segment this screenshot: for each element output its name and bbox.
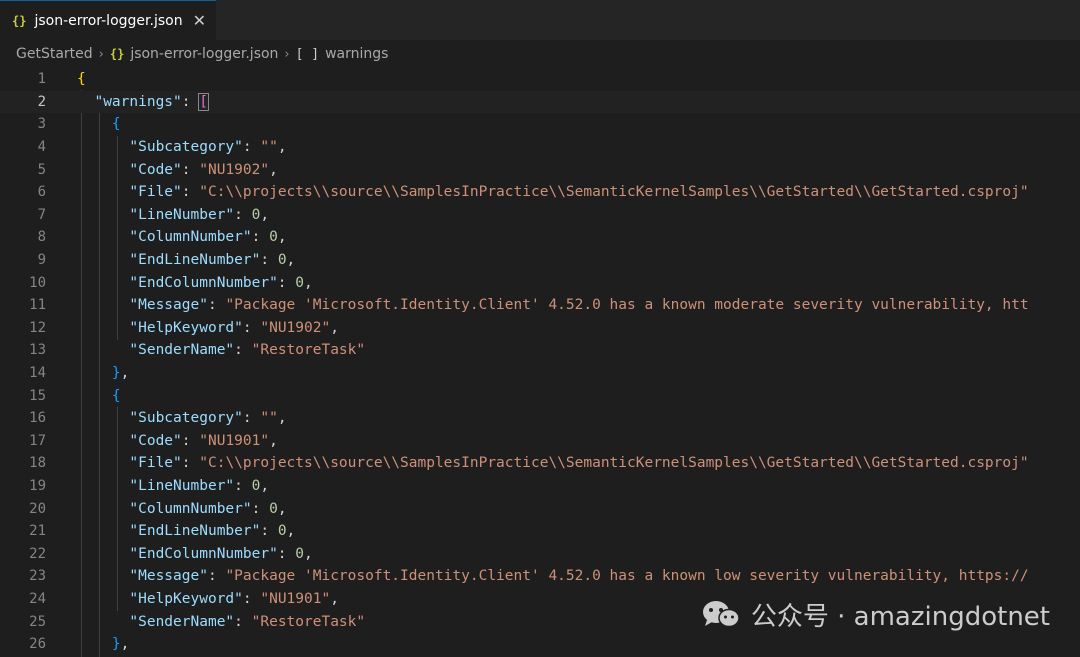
json-file-icon: {} xyxy=(12,13,27,28)
code-text: "File": "C:\\projects\\source\\SamplesIn… xyxy=(129,455,1029,472)
line-number: 2 xyxy=(37,93,46,110)
breadcrumb-folder[interactable]: GetStarted xyxy=(16,46,93,62)
line-number: 19 xyxy=(29,478,46,495)
line-number: 1 xyxy=(37,71,46,88)
code-text: "EndLineNumber": 0, xyxy=(129,252,296,269)
code-text: "Message": "Package 'Microsoft.Identity.… xyxy=(129,297,1029,314)
line-number: 21 xyxy=(29,523,46,540)
line-number: 11 xyxy=(29,297,46,314)
code-line: 14 }, xyxy=(0,362,1080,385)
code-text: "HelpKeyword": "NU1902", xyxy=(129,319,339,336)
breadcrumb-symbol[interactable]: warnings xyxy=(325,46,388,62)
watermark: 公众号 · amazingdotnet xyxy=(701,596,1050,632)
code-text: "HelpKeyword": "NU1901", xyxy=(129,591,339,608)
code-text: "LineNumber": 0, xyxy=(129,478,270,495)
code-line: 3 { xyxy=(0,113,1080,136)
code-text: "EndColumnNumber": 0, xyxy=(129,545,313,562)
line-number: 24 xyxy=(29,591,46,608)
breadcrumb: GetStarted › {} json-error-logger.json ›… xyxy=(0,40,1080,68)
code-text: "Message": "Package 'Microsoft.Identity.… xyxy=(129,568,1029,585)
line-number: 4 xyxy=(37,139,46,156)
code-line: 18 "File": "C:\\projects\\source\\Sample… xyxy=(0,452,1080,475)
line-number: 12 xyxy=(29,319,46,336)
code-text: { xyxy=(77,71,86,88)
code-line: 11 "Message": "Package 'Microsoft.Identi… xyxy=(0,294,1080,317)
line-number: 10 xyxy=(29,274,46,291)
code-text: "SenderName": "RestoreTask" xyxy=(129,342,366,359)
code-text: "EndLineNumber": 0, xyxy=(129,523,296,540)
line-number: 23 xyxy=(29,568,46,585)
code-text: "EndColumnNumber": 0, xyxy=(129,274,313,291)
code-line: 16 "Subcategory": "", xyxy=(0,407,1080,430)
code-text: { xyxy=(111,116,121,133)
code-line: 5 "Code": "NU1902", xyxy=(0,158,1080,181)
line-number: 22 xyxy=(29,545,46,562)
watermark-text: 公众号 · amazingdotnet xyxy=(750,601,1050,632)
code-text: "ColumnNumber": 0, xyxy=(129,500,287,517)
chevron-right-icon: › xyxy=(98,46,104,62)
code-line: 8 "ColumnNumber": 0, xyxy=(0,226,1080,249)
line-number: 17 xyxy=(29,432,46,449)
code-line: 20 "ColumnNumber": 0, xyxy=(0,497,1080,520)
tab-bar: {} json-error-logger.json ✕ xyxy=(0,0,1080,40)
line-number: 6 xyxy=(37,184,46,201)
code-line: 21 "EndLineNumber": 0, xyxy=(0,520,1080,543)
code-line: 26 }, xyxy=(0,633,1080,656)
tab-json-error-logger[interactable]: {} json-error-logger.json ✕ xyxy=(0,0,216,40)
code-line: 22 "EndColumnNumber": 0, xyxy=(0,543,1080,566)
code-line: 1{ xyxy=(0,68,1080,91)
code-line: 15 { xyxy=(0,384,1080,407)
array-symbol-icon: [ ] xyxy=(295,46,320,62)
json-file-icon: {} xyxy=(109,47,125,61)
breadcrumb-file[interactable]: json-error-logger.json xyxy=(130,46,278,62)
code-text: }, xyxy=(111,636,130,653)
code-text: }, xyxy=(111,365,130,382)
code-line: 23 "Message": "Package 'Microsoft.Identi… xyxy=(0,565,1080,588)
line-number: 9 xyxy=(37,252,46,269)
code-text: "ColumnNumber": 0, xyxy=(129,229,287,246)
code-text: "SenderName": "RestoreTask" xyxy=(129,613,366,630)
line-number: 16 xyxy=(29,410,46,427)
code-text: "LineNumber": 0, xyxy=(129,206,270,223)
close-icon[interactable]: ✕ xyxy=(193,11,206,30)
code-text: "File": "C:\\projects\\source\\SamplesIn… xyxy=(129,184,1029,201)
code-text: { xyxy=(111,387,121,404)
code-line: 12 "HelpKeyword": "NU1902", xyxy=(0,317,1080,340)
wechat-icon xyxy=(701,599,741,629)
line-number: 25 xyxy=(29,613,46,630)
code-line: 2 "warnings": [ xyxy=(0,90,1080,114)
line-number: 8 xyxy=(37,229,46,246)
chevron-right-icon: › xyxy=(284,46,290,62)
code-line: 10 "EndColumnNumber": 0, xyxy=(0,271,1080,294)
code-line: 13 "SenderName": "RestoreTask" xyxy=(0,339,1080,362)
line-number: 5 xyxy=(37,161,46,178)
code-line: 9 "EndLineNumber": 0, xyxy=(0,249,1080,272)
line-number: 26 xyxy=(29,636,46,653)
line-number: 14 xyxy=(29,365,46,382)
code-editor[interactable]: 1{ 2 "warnings": [ 3 { 4 "Subcategory": … xyxy=(0,68,1080,657)
code-line: 17 "Code": "NU1901", xyxy=(0,430,1080,453)
code-text: "Subcategory": "", xyxy=(129,410,287,427)
code-line: 6 "File": "C:\\projects\\source\\Samples… xyxy=(0,181,1080,204)
code-text: "Subcategory": "", xyxy=(129,139,287,156)
line-number: 18 xyxy=(29,455,46,472)
code-line: 19 "LineNumber": 0, xyxy=(0,475,1080,498)
line-number: 13 xyxy=(29,342,46,359)
line-number: 3 xyxy=(37,116,46,133)
code-text: "Code": "NU1901", xyxy=(129,432,278,449)
line-number: 20 xyxy=(29,500,46,517)
code-text: "Code": "NU1902", xyxy=(129,161,278,178)
line-number: 15 xyxy=(29,387,46,404)
code-text: "warnings": [ xyxy=(94,92,209,111)
code-line: 4 "Subcategory": "", xyxy=(0,136,1080,159)
code-line: 7 "LineNumber": 0, xyxy=(0,204,1080,227)
tab-title: json-error-logger.json xyxy=(34,12,183,29)
line-number: 7 xyxy=(37,206,46,223)
